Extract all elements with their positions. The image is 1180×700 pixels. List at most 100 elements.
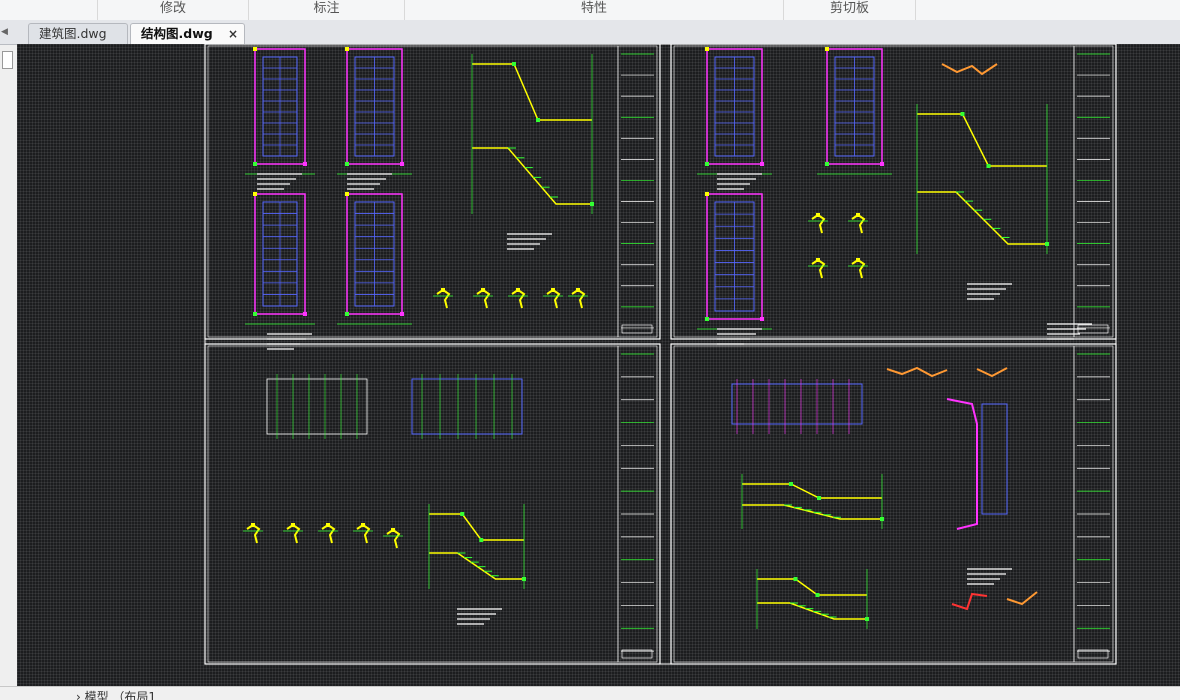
- left-palette-rail: [0, 45, 18, 685]
- ribbon-group-properties[interactable]: 特性: [404, 0, 783, 20]
- cad-node: [303, 162, 307, 166]
- node-detail-point: [816, 213, 820, 217]
- node-detail: [476, 288, 491, 309]
- stair-section-profile: [472, 63, 592, 121]
- stair-section-profile: [917, 191, 1047, 245]
- node-detail: [511, 288, 526, 309]
- cad-node: [880, 517, 884, 521]
- chevron-left-icon[interactable]: ◀: [1, 27, 8, 37]
- cad-drawing: [204, 44, 1117, 665]
- tab-structural-dwg[interactable]: 结构图.dwg ×: [130, 23, 245, 44]
- drawing-canvas[interactable]: [17, 44, 1180, 686]
- cad-node: [705, 47, 709, 51]
- cad-node: [512, 62, 516, 66]
- stair-section-profile: [757, 578, 867, 596]
- cad-node: [522, 577, 526, 581]
- node-detail: [386, 528, 401, 549]
- tab-architectural-dwg[interactable]: 建筑图.dwg: [28, 23, 128, 44]
- node-detail-point: [816, 258, 820, 262]
- cad-node: [345, 312, 349, 316]
- cad-node: [793, 577, 798, 581]
- node-detail: [811, 258, 826, 279]
- cad-node: [880, 162, 884, 166]
- node-detail: [851, 213, 866, 234]
- stair-section-profile: [917, 113, 1047, 167]
- node-detail: [356, 523, 371, 544]
- stair-section-profile: [429, 552, 524, 580]
- cad-node: [789, 482, 793, 486]
- beam-plan: [411, 378, 523, 435]
- cad-node: [590, 202, 594, 206]
- cad-node: [479, 538, 484, 542]
- title-block-stamp: [621, 324, 653, 334]
- node-detail: [546, 288, 561, 309]
- node-detail-point: [391, 528, 395, 532]
- ribbon-group-clipboard[interactable]: 剪切板: [783, 0, 916, 20]
- sheet-inner-frame: [673, 345, 1114, 663]
- wall-section-hatch: [981, 403, 1008, 515]
- cad-node: [760, 162, 764, 166]
- node-detail: [436, 288, 451, 309]
- node-detail-point: [441, 288, 445, 292]
- node-detail-point: [516, 288, 520, 292]
- tab-label: 建筑图.dwg: [39, 26, 107, 41]
- cad-node: [303, 312, 307, 316]
- cad-node: [345, 192, 349, 196]
- ribbon-group-annotate[interactable]: 标注: [248, 0, 404, 20]
- sheet-inner-frame: [207, 345, 658, 663]
- tab-label: 结构图.dwg: [141, 26, 213, 41]
- rebar-detail: [951, 592, 988, 611]
- stair-section-profile: [757, 602, 867, 620]
- cad-node: [253, 312, 257, 316]
- node-detail: [321, 523, 336, 544]
- rebar-detail: [941, 63, 998, 76]
- cad-node: [865, 617, 869, 621]
- node-detail: [571, 288, 586, 309]
- cad-node: [345, 47, 349, 51]
- node-detail-point: [481, 288, 485, 292]
- stair-section-profile: [429, 513, 524, 541]
- cad-node: [400, 162, 404, 166]
- cad-node: [960, 112, 965, 116]
- cad-node: [400, 312, 404, 316]
- stair-section-profile: [742, 483, 882, 499]
- rebar-detail: [886, 366, 948, 378]
- rebar-detail: [1006, 591, 1038, 606]
- layout-tab-bar: › 模型 （布局1: [0, 686, 1180, 700]
- node-detail: [286, 523, 301, 544]
- cad-node: [705, 317, 709, 321]
- node-detail: [246, 523, 261, 544]
- node-detail-point: [856, 213, 860, 217]
- cad-node: [460, 512, 465, 516]
- cad-node: [825, 47, 829, 51]
- stair-section-profile: [472, 147, 592, 205]
- node-detail-point: [251, 523, 255, 527]
- close-icon[interactable]: ×: [228, 24, 238, 44]
- cad-node: [825, 162, 829, 166]
- cad-node: [705, 162, 709, 166]
- cad-node: [760, 317, 764, 321]
- ribbon-group-modify[interactable]: 修改: [97, 0, 248, 20]
- node-detail-point: [326, 523, 330, 527]
- cad-node: [345, 162, 349, 166]
- cad-node: [986, 164, 991, 168]
- sheet-frame: [670, 44, 1117, 340]
- cad-node: [705, 192, 709, 196]
- palette-toggle[interactable]: [2, 51, 13, 69]
- node-detail: [851, 258, 866, 279]
- document-tab-strip: 建筑图.dwg 结构图.dwg ×: [0, 20, 1180, 45]
- sheet-frame: [670, 343, 1117, 665]
- ribbon-panel-labels: 修改 标注 特性 剪切板: [0, 0, 1180, 21]
- node-detail-point: [576, 288, 580, 292]
- cad-node: [253, 192, 257, 196]
- stair-section-profile: [742, 504, 882, 520]
- cad-node: [253, 47, 257, 51]
- beam-plan: [731, 383, 863, 425]
- node-detail-point: [291, 523, 295, 527]
- cad-node: [536, 118, 540, 122]
- sheet-frame: [204, 343, 661, 665]
- node-detail-point: [361, 523, 365, 527]
- cad-node: [253, 162, 257, 166]
- wall-section: [946, 398, 978, 530]
- rebar-detail: [976, 367, 1008, 378]
